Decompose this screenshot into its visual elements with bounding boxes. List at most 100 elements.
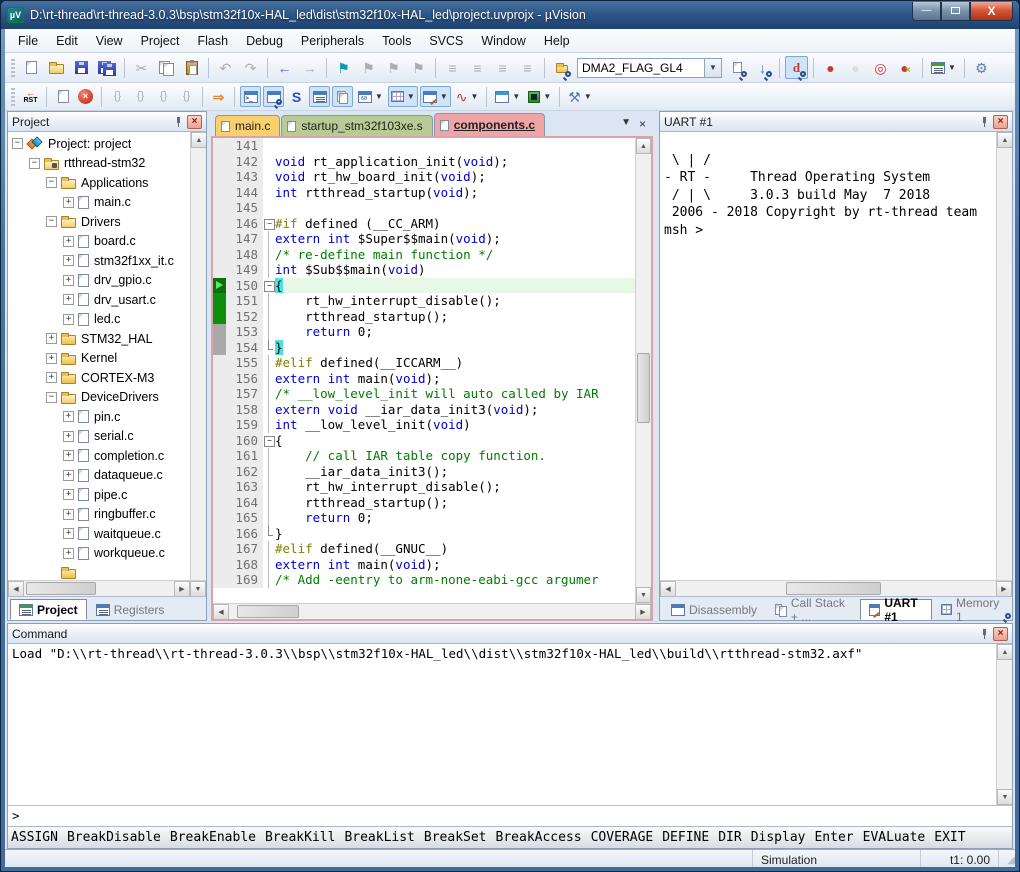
scroll-right-icon[interactable]: ▶: [174, 581, 190, 597]
tree-item-serial-c[interactable]: +serial.c: [8, 427, 190, 447]
document-tab-startup-stm32f103xe-s[interactable]: startup_stm32f103xe.s: [281, 115, 432, 136]
tree-item-led-c[interactable]: +led.c: [8, 310, 190, 330]
disassembly-window-button[interactable]: [263, 86, 284, 107]
toggle-breakpoint-button[interactable]: ●: [819, 56, 842, 79]
code-line-155[interactable]: 155#elif defined(__ICCARM__): [213, 355, 635, 371]
menu-edit[interactable]: Edit: [47, 31, 87, 51]
navigate-forward-button[interactable]: →: [298, 56, 321, 79]
menu-help[interactable]: Help: [535, 31, 579, 51]
tree-item-rtthread-stm32[interactable]: −rtthread-stm32: [8, 154, 190, 174]
scroll-down-icon[interactable]: ▼: [636, 587, 651, 603]
indent-button[interactable]: ≡: [466, 56, 489, 79]
unindent-button[interactable]: ≡: [441, 56, 464, 79]
collapse-icon[interactable]: −: [12, 138, 23, 149]
collapse-icon[interactable]: −: [29, 158, 40, 169]
code-line-165[interactable]: 165 return 0;: [213, 510, 635, 526]
title-bar[interactable]: µV D:\rt-thread\rt-thread-3.0.3\bsp\stm3…: [1, 1, 1019, 29]
menu-project[interactable]: Project: [132, 31, 189, 51]
command-window-button[interactable]: [240, 86, 261, 107]
menu-file[interactable]: File: [9, 31, 47, 51]
code-line-146[interactable]: 146#if defined (__CC_ARM): [213, 216, 635, 232]
command-coverage[interactable]: COVERAGE: [591, 830, 654, 845]
code-line-151[interactable]: 151 rt_hw_interrupt_disable();: [213, 293, 635, 309]
code-line-164[interactable]: 164 rtthread_startup();: [213, 495, 635, 511]
tree-item-completion-c[interactable]: +completion.c: [8, 446, 190, 466]
minimize-button[interactable]: —: [912, 2, 941, 21]
scroll-up-icon[interactable]: ▲: [636, 138, 651, 154]
scroll-up-icon[interactable]: ▲: [997, 132, 1012, 148]
disable-all-breakpoints-button[interactable]: ◎: [869, 56, 892, 79]
tab-uart-1[interactable]: UART #1: [860, 599, 932, 620]
tree-item-waitqueue-c[interactable]: +waitqueue.c: [8, 524, 190, 544]
watch-window-button[interactable]: ▼: [355, 86, 386, 107]
toolbox-button[interactable]: ⚒▼: [565, 86, 594, 107]
find-in-files-2-button[interactable]: [726, 56, 749, 79]
command-breakdisable[interactable]: BreakDisable: [67, 830, 161, 845]
pin-icon[interactable]: [980, 117, 989, 127]
code-line-150[interactable]: 150{: [213, 278, 635, 294]
command-vscrollbar[interactable]: ▲ ▼: [996, 644, 1012, 805]
serial-window-dropdown-icon[interactable]: ▼: [440, 92, 448, 101]
menu-peripherals[interactable]: Peripherals: [292, 31, 373, 51]
code-line-168[interactable]: 168extern int main(void);: [213, 557, 635, 573]
editor-hscrollbar[interactable]: ◀ ▶: [213, 603, 651, 619]
comment-selection-button[interactable]: ≡: [491, 56, 514, 79]
run-button[interactable]: ↓: [52, 86, 73, 107]
code-line-161[interactable]: 161 // call IAR table copy function.: [213, 448, 635, 464]
uart-hscrollbar[interactable]: ◀ ▶: [660, 580, 1012, 596]
code-line-166[interactable]: 166}: [213, 526, 635, 542]
document-tab-main-c[interactable]: main.c: [215, 115, 280, 136]
system-viewer-dropdown-icon[interactable]: ▼: [543, 92, 551, 101]
command-input[interactable]: >: [8, 805, 1012, 826]
command-define[interactable]: DEFINE: [662, 830, 709, 845]
kill-all-breakpoints-button[interactable]: ●×: [894, 56, 917, 79]
expand-icon[interactable]: +: [63, 470, 74, 481]
expand-icon[interactable]: +: [63, 275, 74, 286]
pin-icon[interactable]: [980, 629, 989, 639]
scroll-thumb[interactable]: [637, 353, 650, 423]
tree-item-drivers[interactable]: −Drivers: [8, 212, 190, 232]
scroll-up-icon[interactable]: ▲: [997, 644, 1012, 660]
uart-vscrollbar[interactable]: ▲: [996, 132, 1012, 580]
menu-debug[interactable]: Debug: [237, 31, 292, 51]
code-line-160[interactable]: 160{: [213, 433, 635, 449]
command-enter[interactable]: Enter: [814, 830, 853, 845]
scroll-thumb[interactable]: [26, 582, 96, 595]
code-line-159[interactable]: 159int __low_level_init(void): [213, 417, 635, 433]
tree-item-workqueue-c[interactable]: +workqueue.c: [8, 544, 190, 564]
tab-call-stack-[interactable]: Call Stack + ...: [766, 599, 860, 620]
tree-item-drv-usart-c[interactable]: +drv_usart.c: [8, 290, 190, 310]
step-button[interactable]: {}: [107, 86, 128, 107]
serial-window-button[interactable]: ▼: [420, 86, 451, 107]
command-assign[interactable]: ASSIGN: [11, 830, 58, 845]
collapse-icon[interactable]: −: [46, 392, 57, 403]
search-combo-input[interactable]: [577, 58, 705, 78]
code-line-152[interactable]: 152 rtthread_startup();: [213, 309, 635, 325]
tree-item-main-c[interactable]: +main.c: [8, 193, 190, 213]
tab-memory-1[interactable]: Memory 1: [932, 599, 1010, 620]
open-file-button[interactable]: [45, 56, 68, 79]
scroll-up-icon[interactable]: ▲: [191, 132, 206, 148]
copy-button[interactable]: [155, 56, 178, 79]
fold-collapse-icon[interactable]: [263, 433, 275, 449]
analysis-window-button[interactable]: ∿▼: [453, 86, 482, 107]
next-bookmark-button[interactable]: ⚑: [382, 56, 405, 79]
tree-item-applications[interactable]: −Applications: [8, 173, 190, 193]
code-line-149[interactable]: 149int $Sub$$main(void): [213, 262, 635, 278]
save-all-button[interactable]: [95, 56, 119, 79]
expand-icon[interactable]: +: [46, 333, 57, 344]
expand-icon[interactable]: +: [46, 353, 57, 364]
expand-icon[interactable]: +: [63, 255, 74, 266]
menu-flash[interactable]: Flash: [188, 31, 237, 51]
show-next-statement-button[interactable]: ⇒: [208, 86, 229, 107]
tree-item-project-project[interactable]: −Project: project: [8, 134, 190, 154]
command-breakenable[interactable]: BreakEnable: [170, 830, 256, 845]
menu-view[interactable]: View: [87, 31, 132, 51]
close-icon[interactable]: ×: [187, 115, 202, 129]
code-line-158[interactable]: 158extern void __iar_data_init3(void);: [213, 402, 635, 418]
expand-icon[interactable]: +: [63, 197, 74, 208]
expand-icon[interactable]: +: [63, 528, 74, 539]
tab-project[interactable]: Project: [10, 599, 87, 620]
code-line-147[interactable]: 147extern int $Super$$main(void);: [213, 231, 635, 247]
uncomment-selection-button[interactable]: ≡: [516, 56, 539, 79]
